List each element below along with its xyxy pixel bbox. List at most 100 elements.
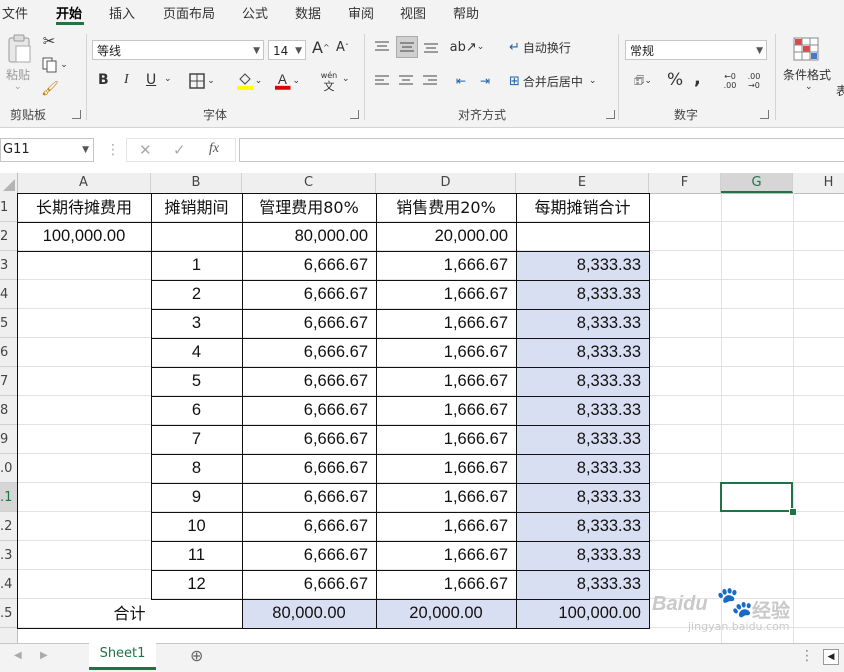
font-name-combo[interactable]: 等线 ▼ [92, 40, 264, 60]
format-painter-icon[interactable]: 🖌 [40, 80, 60, 98]
cell-c11[interactable]: 6,666.67 [242, 483, 376, 512]
column-header-g[interactable]: G [721, 173, 793, 193]
row-header[interactable]: .3 [0, 541, 17, 570]
alignment-launcher-icon[interactable] [606, 110, 615, 119]
column-header-a[interactable]: A [17, 173, 151, 193]
insert-function-icon[interactable]: fx [209, 141, 219, 157]
cell-b1[interactable]: 摊销期间 [151, 193, 242, 222]
row-header[interactable]: 5 [0, 309, 17, 338]
align-bottom-icon[interactable] [422, 38, 440, 56]
align-right-icon[interactable] [421, 72, 439, 90]
fill-color-button[interactable]: ⌄ [234, 70, 264, 92]
more-options-icon[interactable]: ⋮ [800, 648, 814, 664]
row-header[interactable]: 9 [0, 425, 17, 454]
tab-formulas[interactable]: 公式 [242, 3, 268, 22]
cell-d14[interactable]: 1,666.67 [376, 570, 516, 599]
cut-icon[interactable]: ✂ [40, 32, 58, 50]
cell-d3[interactable]: 1,666.67 [376, 251, 516, 280]
cell-e8[interactable]: 8,333.33 [516, 396, 649, 425]
align-middle-icon[interactable] [396, 36, 418, 58]
bold-button[interactable]: B [98, 72, 109, 88]
cell-d15[interactable]: 20,000.00 [376, 599, 516, 628]
grow-font-button[interactable]: A ^ [312, 38, 330, 57]
shrink-font-button[interactable]: Aˇ [336, 40, 349, 55]
cell-e6[interactable]: 8,333.33 [516, 338, 649, 367]
fill-handle[interactable] [789, 508, 797, 516]
orientation-icon[interactable]: ab↗ ⌄ [450, 38, 485, 56]
cell-b5[interactable]: 3 [151, 309, 242, 338]
cell-c15[interactable]: 80,000.00 [242, 599, 376, 628]
column-header-c[interactable]: C [242, 173, 376, 193]
name-box[interactable]: G11 ▼ [0, 138, 94, 162]
underline-button[interactable]: U [146, 72, 156, 88]
active-cell-g11[interactable] [720, 482, 793, 512]
font-color-button[interactable]: A ⌄ [274, 70, 300, 92]
cell-a1[interactable]: 长期待摊费用 [17, 193, 151, 222]
cell-e9[interactable]: 8,333.33 [516, 425, 649, 454]
cell-d10[interactable]: 1,666.67 [376, 454, 516, 483]
number-format-combo[interactable]: 常规 ▼ [625, 40, 767, 60]
row-header[interactable]: .4 [0, 570, 17, 599]
accounting-format-icon[interactable]: 🗊 ⌄ [628, 72, 658, 90]
format-as-table-label[interactable]: 表 [836, 82, 844, 99]
cell-d8[interactable]: 1,666.67 [376, 396, 516, 425]
align-center-icon[interactable] [397, 72, 415, 90]
row-header[interactable]: .5 [0, 599, 17, 628]
column-header-b[interactable]: B [151, 173, 242, 193]
cell-c6[interactable]: 6,666.67 [242, 338, 376, 367]
cell-d2[interactable]: 20,000.00 [376, 222, 516, 251]
align-left-icon[interactable] [373, 72, 391, 90]
cell-e7[interactable]: 8,333.33 [516, 367, 649, 396]
cell-c2[interactable]: 80,000.00 [242, 222, 376, 251]
row-header[interactable]: 8 [0, 396, 17, 425]
formula-input[interactable] [239, 138, 844, 162]
decrease-decimal-icon[interactable]: .00 →0 [744, 70, 764, 92]
row-header[interactable]: 6 [0, 338, 17, 367]
cell-c10[interactable]: 6,666.67 [242, 454, 376, 483]
tab-file[interactable]: 文件 [2, 3, 28, 22]
comma-style-button[interactable]: , [694, 68, 701, 89]
tab-page-layout[interactable]: 页面布局 [163, 3, 215, 22]
scroll-right-icon[interactable]: ▶ [40, 650, 48, 661]
scroll-left-icon[interactable]: ◀ [14, 650, 22, 661]
tab-home[interactable]: 开始 [56, 3, 82, 22]
cancel-formula-icon[interactable]: ✕ [139, 141, 152, 159]
align-top-icon[interactable] [373, 38, 391, 56]
wrap-text-button[interactable]: ↵ 自动换行 [509, 38, 571, 56]
underline-dropdown-icon[interactable]: ⌄ [164, 74, 172, 84]
row-header[interactable]: 1 [0, 193, 17, 222]
cell-total-label[interactable]: 合计 [17, 599, 242, 628]
tab-view[interactable]: 视图 [400, 3, 426, 22]
cell-c13[interactable]: 6,666.67 [242, 541, 376, 570]
cell-b14[interactable]: 12 [151, 570, 242, 599]
increase-decimal-icon[interactable]: ←0.00 [720, 70, 740, 92]
italic-button[interactable]: I [124, 72, 129, 88]
conditional-format-label[interactable]: 条件格式 [783, 66, 831, 83]
phonetic-button[interactable]: wén 文 [318, 68, 340, 94]
row-header[interactable]: .0 [0, 454, 17, 483]
cell-e5[interactable]: 8,333.33 [516, 309, 649, 338]
font-launcher-icon[interactable] [350, 110, 359, 119]
cell-e4[interactable]: 8,333.33 [516, 280, 649, 309]
borders-button[interactable]: ⌄ [188, 72, 216, 90]
cell-e11[interactable]: 8,333.33 [516, 483, 649, 512]
chevron-down-icon[interactable]: ⌄ [805, 82, 813, 92]
cell-b11[interactable]: 9 [151, 483, 242, 512]
cell-d13[interactable]: 1,666.67 [376, 541, 516, 570]
cell-b13[interactable]: 11 [151, 541, 242, 570]
cell-d5[interactable]: 1,666.67 [376, 309, 516, 338]
cell-a2[interactable]: 100,000.00 [17, 222, 151, 251]
decrease-indent-icon[interactable]: ⇤ [452, 72, 470, 90]
cell-c12[interactable]: 6,666.67 [242, 512, 376, 541]
column-header-h[interactable]: H [793, 173, 844, 193]
merge-center-button[interactable]: ⊞ 合并后居中 ⌄ [509, 72, 596, 90]
cell-b9[interactable]: 7 [151, 425, 242, 454]
add-sheet-icon[interactable]: ⊕ [190, 646, 203, 665]
row-header[interactable]: 3 [0, 251, 17, 280]
row-header-selected[interactable]: .1 [0, 483, 17, 512]
paste-icon[interactable] [4, 32, 34, 66]
cell-e10[interactable]: 8,333.33 [516, 454, 649, 483]
tab-data[interactable]: 数据 [295, 3, 321, 22]
cell-d11[interactable]: 1,666.67 [376, 483, 516, 512]
cell-d12[interactable]: 1,666.67 [376, 512, 516, 541]
